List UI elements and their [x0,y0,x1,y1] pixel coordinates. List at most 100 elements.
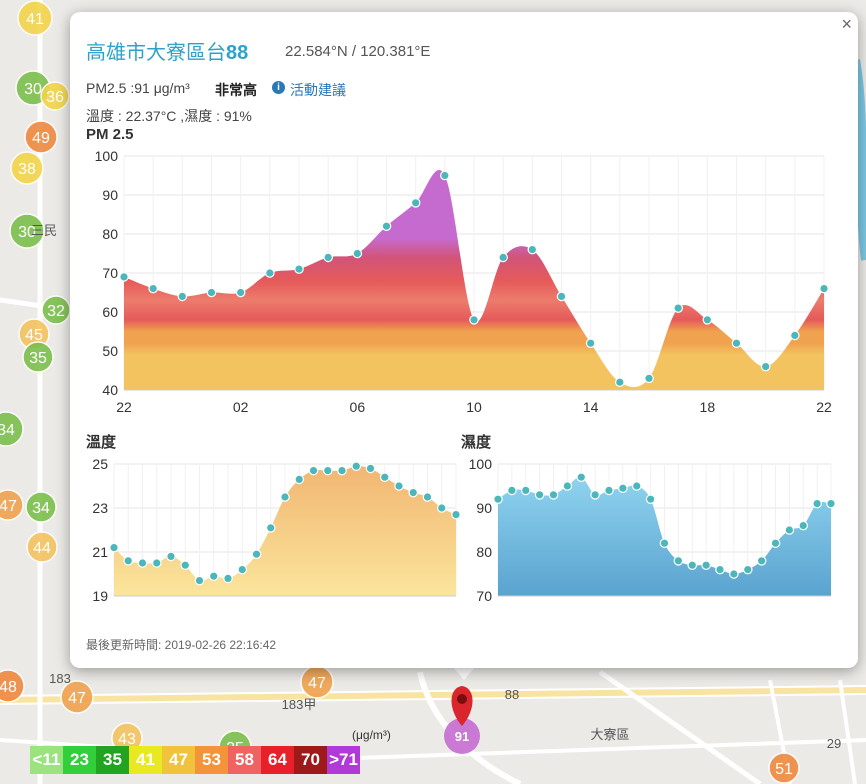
road-label-183a: 183甲 [282,697,317,712]
data-point[interactable] [208,571,219,581]
aqi-station-circle[interactable]: 34 [25,491,57,523]
info-icon[interactable]: i [272,81,285,94]
data-point[interactable] [756,556,767,566]
aqi-station-value: 47 [68,690,86,707]
aqi-station-circle[interactable]: 51 [768,752,800,784]
data-point[interactable] [812,498,822,509]
data-point[interactable] [618,483,628,493]
data-point[interactable] [585,338,596,348]
aqi-station-circle[interactable]: 32 [41,295,71,325]
aqi-station-circle[interactable]: 41 [17,0,53,36]
data-point[interactable] [534,489,545,500]
data-point[interactable] [673,556,684,566]
data-point[interactable] [351,461,362,471]
data-point[interactable] [644,373,654,384]
data-point[interactable] [731,338,742,348]
data-point[interactable] [177,291,188,302]
data-point[interactable] [469,315,479,325]
data-point[interactable] [308,465,319,476]
data-point[interactable] [798,520,809,531]
pm25-chart[interactable]: 40 50 60 70 80 90 100 22 02 06 10 14 18 22 [80,148,840,418]
y-tick-label: 80 [476,544,492,560]
data-point[interactable] [493,494,503,504]
data-point[interactable] [148,283,158,294]
data-point[interactable] [394,481,404,491]
data-point[interactable] [352,248,363,259]
data-point[interactable] [556,291,567,302]
data-point[interactable] [507,485,517,496]
data-point[interactable] [166,551,176,562]
data-point[interactable] [408,487,419,498]
data-point[interactable] [123,556,134,566]
close-icon[interactable]: × [841,14,852,35]
data-point[interactable] [548,489,559,500]
station-title[interactable]: 高雄市大寮區台88 [86,36,248,65]
data-point[interactable] [265,523,276,533]
data-point[interactable] [729,569,739,579]
data-point[interactable] [237,564,248,575]
aqi-station-circle[interactable]: 36 [40,81,70,111]
data-point[interactable] [265,268,275,278]
data-point[interactable] [119,272,129,282]
y-tick-label: 100 [469,456,493,472]
aqi-station-circle[interactable]: 44 [26,531,58,563]
data-point[interactable] [137,558,148,568]
data-point[interactable] [223,573,233,584]
data-point[interactable] [576,472,587,482]
data-point[interactable] [379,472,390,482]
data-point[interactable] [687,560,698,570]
data-point[interactable] [251,549,262,559]
data-point[interactable] [323,252,333,263]
data-point[interactable] [337,465,347,476]
station-number[interactable]: 88 [226,42,248,64]
data-point[interactable] [590,489,600,500]
data-point[interactable] [702,315,713,325]
data-point[interactable] [673,303,683,313]
data-point[interactable] [659,538,670,548]
data-point[interactable] [294,264,304,274]
data-point[interactable] [701,560,711,570]
data-point[interactable] [194,575,205,586]
data-point[interactable] [520,485,531,496]
aqi-station-circle[interactable]: 47 [300,665,334,699]
data-point[interactable] [498,252,508,263]
aqi-station-circle[interactable]: 35 [22,341,54,373]
data-point[interactable] [790,330,800,341]
data-point[interactable] [604,485,614,496]
data-point[interactable] [562,481,573,491]
data-point[interactable] [760,361,771,372]
temperature-chart[interactable]: 19 21 23 25 [80,452,460,612]
data-point[interactable] [715,564,725,575]
data-point[interactable] [151,558,162,568]
data-point[interactable] [422,492,433,502]
data-point[interactable] [440,170,450,181]
data-point[interactable] [527,244,538,255]
activity-advice-link[interactable]: 活動建議 [290,80,346,100]
data-point[interactable] [180,560,191,570]
aqi-station-circle[interactable]: 49 [24,120,58,154]
data-point[interactable] [645,494,656,504]
station-name[interactable]: 高雄市大寮區台 [86,42,226,64]
data-point[interactable] [631,481,642,491]
data-point[interactable] [615,377,625,387]
humidity-chart[interactable]: 70 80 90 100 [455,452,845,612]
data-point[interactable] [280,492,290,502]
data-point[interactable] [235,287,246,298]
data-point[interactable] [410,197,421,208]
data-point[interactable] [819,283,829,294]
aqi-station-circle[interactable]: 38 [10,151,44,185]
data-point[interactable] [381,221,392,231]
data-point[interactable] [826,498,836,509]
data-point[interactable] [206,287,217,298]
data-point[interactable] [365,463,376,474]
data-point[interactable] [770,538,781,548]
aqi-station-circle[interactable]: 48 [0,669,25,703]
aqi-station-circle[interactable]: 47 [0,489,24,521]
data-point[interactable] [109,542,119,553]
data-point[interactable] [742,564,753,575]
data-point[interactable] [322,465,333,476]
y-tick-label: 25 [92,456,108,472]
data-point[interactable] [436,503,447,513]
data-point[interactable] [784,525,795,535]
data-point[interactable] [294,474,305,485]
